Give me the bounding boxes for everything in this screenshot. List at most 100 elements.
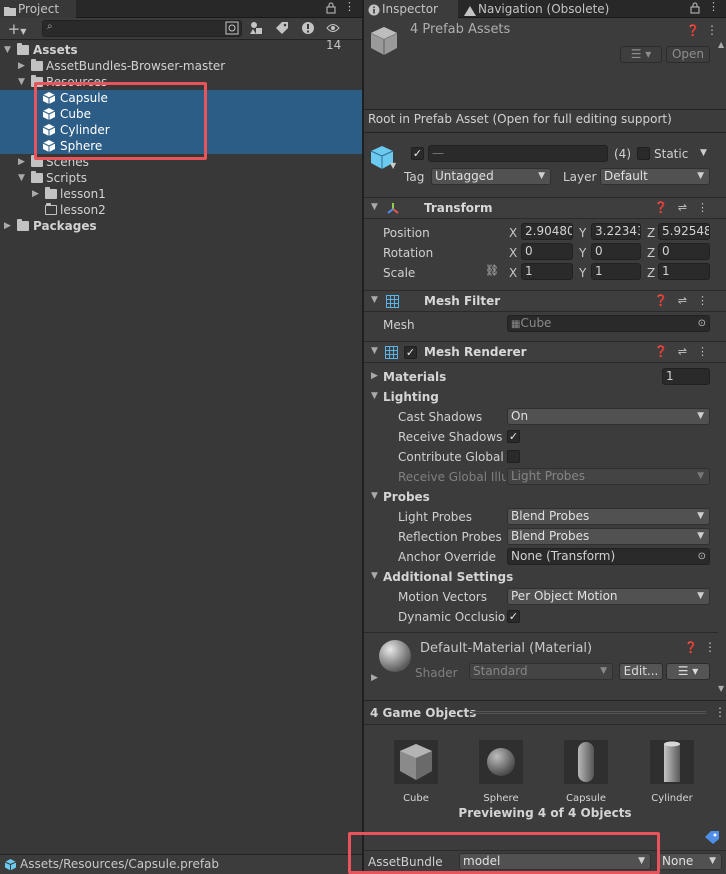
probes-label[interactable]: Probes	[383, 490, 430, 504]
tab-project[interactable]: Project	[0, 0, 76, 18]
constrain-proportions-icon[interactable]: ⛓	[485, 264, 499, 277]
rotation-x-field[interactable]: 0	[521, 243, 573, 260]
component-actions[interactable]: ❓⇌⋮	[654, 294, 718, 307]
drag-handle[interactable]	[470, 711, 706, 714]
lock-icon[interactable]	[690, 2, 700, 17]
tree-item-cylinder[interactable]: Cylinder	[0, 122, 363, 138]
filter-by-type-icon[interactable]	[248, 21, 264, 37]
layer-dropdown[interactable]: Default ▼	[600, 168, 710, 185]
object-picker-icon[interactable]: ⊙	[698, 316, 706, 331]
foldout-arrow-icon[interactable]: ▼	[371, 295, 378, 305]
light-probes-dropdown[interactable]: Blend Probes ▼	[507, 508, 710, 525]
scroll-down-icon[interactable]: ▼	[718, 684, 724, 693]
foldout-arrow-icon[interactable]: ▼	[371, 391, 378, 401]
tab-inspector[interactable]: Inspector	[364, 0, 458, 18]
overrides-dropdown[interactable]: ☰ ▾	[620, 46, 662, 63]
collapse-arrow-icon[interactable]: ▶	[18, 58, 28, 74]
collapse-arrow-icon[interactable]: ▶	[18, 154, 28, 170]
info-icon[interactable]	[300, 21, 316, 37]
name-field[interactable]: —	[428, 145, 608, 162]
tree-item-packages[interactable]: ▶ Packages	[0, 218, 363, 234]
tree-item-resources[interactable]: ▼ Resources	[0, 74, 363, 90]
scale-y-field[interactable]: 1	[591, 263, 641, 280]
static-dropdown-arrow[interactable]: ▼	[700, 148, 707, 158]
position-x-field[interactable]: 2.90480	[521, 223, 573, 240]
search-input[interactable]: ⌕	[42, 20, 242, 37]
position-y-field[interactable]: 3.22343	[591, 223, 641, 240]
preview-cylinder[interactable]: Cylinder	[642, 740, 702, 804]
collapse-arrow-icon[interactable]: ▶	[32, 186, 42, 202]
motion-vectors-dropdown[interactable]: Per Object Motion ▼	[507, 588, 710, 605]
more-menu-icon[interactable]: ⋮	[344, 0, 355, 13]
inspector-scrollbar[interactable]: ▲ ▼	[718, 40, 726, 693]
rotation-z-field[interactable]: 0	[658, 243, 710, 260]
position-z-field[interactable]: 5.92548	[658, 223, 710, 240]
assetbundle-name-dropdown[interactable]: model ▼	[459, 853, 651, 870]
foldout-arrow-icon[interactable]: ▼	[371, 346, 378, 356]
rotation-y-field[interactable]: 0	[591, 243, 641, 260]
reflection-probes-dropdown[interactable]: Blend Probes ▼	[507, 528, 710, 545]
tree-item-capsule[interactable]: Capsule	[0, 90, 363, 106]
component-actions[interactable]: ❓⇌⋮	[654, 345, 718, 358]
foldout-arrow-icon[interactable]: ▶	[371, 673, 378, 683]
icon-dropdown-arrow[interactable]: ▼	[390, 161, 396, 170]
tree-item-scenes[interactable]: ▶ Scenes	[0, 154, 363, 170]
scroll-up-icon[interactable]: ▲	[718, 40, 724, 49]
assetbundle-variant-dropdown[interactable]: None ▼	[658, 853, 722, 870]
tree-item-assets[interactable]: ▼ Assets	[0, 42, 363, 58]
foldout-arrow-icon[interactable]: ▼	[371, 491, 378, 501]
tree-item-cube[interactable]: Cube	[0, 106, 363, 122]
expand-arrow-icon[interactable]: ▼	[18, 170, 28, 186]
foldout-arrow-icon[interactable]: ▶	[371, 371, 378, 381]
foldout-arrow-icon[interactable]: ▼	[371, 571, 378, 581]
anchor-override-field[interactable]: None (Transform) ⊙	[507, 548, 710, 565]
object-picker-icon[interactable]: ⊙	[698, 549, 706, 564]
foldout-arrow-icon[interactable]: ▼	[371, 202, 378, 212]
search-by-type-icon[interactable]	[224, 21, 240, 37]
tree-item-assetbundles-browser[interactable]: ▶ AssetBundles-Browser-master	[0, 58, 363, 74]
help-icon[interactable]: ❓	[684, 641, 698, 654]
mesh-renderer-component-header[interactable]: ▼ ✓ Mesh Renderer ❓⇌⋮	[364, 341, 726, 363]
lock-icon[interactable]	[326, 2, 336, 17]
mesh-filter-component-header[interactable]: ▼ Mesh Filter ❓⇌⋮	[364, 290, 726, 312]
material-options-dropdown[interactable]: ☰ ▾	[666, 663, 710, 680]
add-button[interactable]: +▼	[4, 21, 30, 37]
expand-arrow-icon[interactable]: ▼	[18, 74, 28, 90]
additional-settings-label[interactable]: Additional Settings	[383, 570, 513, 584]
dynamic-occlusion-checkbox[interactable]: ✓	[507, 610, 520, 623]
tree-item-lesson1[interactable]: ▶ lesson1	[0, 186, 363, 202]
tab-navigation[interactable]: Navigation (Obsolete)	[460, 0, 612, 18]
asset-label-icon[interactable]	[704, 830, 720, 847]
filter-by-label-icon[interactable]	[274, 21, 290, 37]
contribute-gi-checkbox[interactable]	[507, 450, 520, 463]
cast-shadows-dropdown[interactable]: On ▼	[507, 408, 710, 425]
scale-z-field[interactable]: 1	[658, 263, 710, 280]
preview-header[interactable]: 4 Game Objects ⋮	[364, 701, 726, 725]
component-actions[interactable]: ❓⇌⋮	[654, 201, 718, 214]
active-checkbox[interactable]: ✓	[411, 147, 424, 160]
help-icon[interactable]: ❓	[686, 24, 700, 37]
materials-label[interactable]: Materials	[383, 370, 446, 384]
tree-item-lesson2[interactable]: lesson2	[0, 202, 363, 218]
mesh-object-field[interactable]: ▦Cube ⊙	[507, 315, 710, 332]
scale-x-field[interactable]: 1	[521, 263, 573, 280]
preview-cube[interactable]: Cube	[386, 740, 446, 804]
more-menu-icon[interactable]: ⋮	[704, 640, 716, 654]
preview-capsule[interactable]: Capsule	[556, 740, 616, 804]
more-menu-icon[interactable]: ⋮	[708, 0, 719, 13]
open-button[interactable]: Open	[666, 46, 710, 63]
visibility-toggle[interactable]: 14	[326, 21, 358, 52]
tree-item-scripts[interactable]: ▼ Scripts	[0, 170, 363, 186]
materials-count-field[interactable]: 1	[662, 368, 710, 385]
lighting-label[interactable]: Lighting	[383, 390, 439, 404]
enabled-checkbox[interactable]: ✓	[404, 346, 417, 359]
more-menu-icon[interactable]: ⋮	[706, 23, 718, 37]
more-menu-icon[interactable]: ⋮	[714, 705, 726, 719]
collapse-arrow-icon[interactable]: ▶	[4, 218, 14, 234]
edit-shader-button[interactable]: Edit...	[619, 663, 663, 680]
tag-dropdown[interactable]: Untagged ▼	[431, 168, 551, 185]
tree-item-sphere[interactable]: Sphere	[0, 138, 363, 154]
transform-component-header[interactable]: ▼ Transform ❓⇌⋮	[364, 197, 726, 219]
expand-arrow-icon[interactable]: ▼	[4, 42, 14, 58]
static-checkbox[interactable]	[637, 147, 650, 160]
